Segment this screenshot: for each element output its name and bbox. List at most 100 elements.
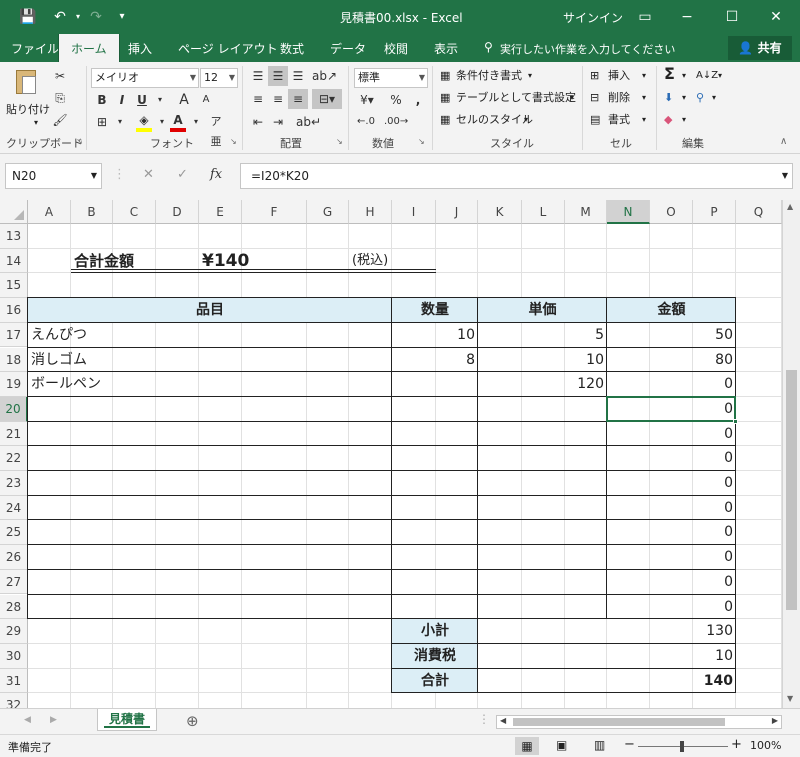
- chevron-down-icon[interactable]: ▾: [642, 112, 646, 128]
- clear-icon[interactable]: ◆: [664, 112, 672, 128]
- row-header[interactable]: 23: [0, 471, 28, 496]
- font-size-select[interactable]: 12 ▼: [200, 68, 238, 88]
- chevron-down-icon[interactable]: ▾: [712, 90, 716, 106]
- worksheet-grid[interactable]: ABCDEFGHIJKLMNOPQ 13 14 15 16 17 18 19 20 21 22 23…: [0, 200, 782, 708]
- column-header[interactable]: O: [650, 200, 693, 224]
- scroll-left-icon[interactable]: ◀: [500, 716, 506, 725]
- row-header[interactable]: 15: [0, 273, 28, 299]
- underline-button[interactable]: U: [132, 90, 152, 110]
- cell-styles-button[interactable]: セルのスタイル: [456, 112, 533, 128]
- item-amount[interactable]: 0: [607, 545, 736, 570]
- row-header[interactable]: 28: [0, 594, 28, 620]
- item-qty[interactable]: [392, 422, 478, 447]
- tell-me-icon[interactable]: ⚲: [484, 40, 493, 54]
- ribbon-display-button[interactable]: ▭: [625, 0, 665, 34]
- prev-sheet-icon[interactable]: ◀: [24, 715, 31, 725]
- tab-page-layout[interactable]: ページ レイアウト: [178, 40, 278, 57]
- item-qty[interactable]: [392, 372, 478, 397]
- tab-home[interactable]: ホーム: [58, 34, 120, 62]
- column-header[interactable]: C: [113, 200, 156, 224]
- format-painter-icon[interactable]: 🖌: [50, 110, 70, 130]
- item-name[interactable]: [28, 496, 392, 521]
- chevron-down-icon[interactable]: ▾: [524, 112, 528, 128]
- row-header[interactable]: 25: [0, 520, 28, 546]
- summary-value[interactable]: 140: [478, 669, 736, 694]
- tab-view[interactable]: 表示: [434, 40, 458, 57]
- tab-insert[interactable]: 挿入: [128, 40, 152, 57]
- item-unit-price[interactable]: [478, 545, 607, 570]
- item-amount[interactable]: 0: [607, 471, 736, 496]
- underline-dropdown-icon[interactable]: ▾: [150, 90, 170, 110]
- tab-data[interactable]: データ: [330, 40, 366, 57]
- summary-label[interactable]: 小計: [392, 619, 478, 644]
- item-unit-price[interactable]: 10: [478, 348, 607, 373]
- cell-styles-icon[interactable]: ▦: [440, 112, 450, 128]
- item-amount[interactable]: 0: [607, 422, 736, 447]
- undo-icon[interactable]: ↶: [50, 7, 70, 27]
- item-amount[interactable]: 80: [607, 348, 736, 373]
- row-header[interactable]: 32: [0, 693, 28, 708]
- column-header[interactable]: I: [392, 200, 436, 224]
- fill-color-icon[interactable]: ◈: [134, 110, 154, 130]
- item-name[interactable]: えんぴつ: [28, 323, 392, 348]
- align-top-icon[interactable]: ☰: [248, 66, 268, 86]
- align-left-icon[interactable]: ≡: [248, 89, 268, 109]
- row-header[interactable]: 30: [0, 643, 28, 669]
- share-button[interactable]: 👤 共有: [728, 36, 792, 60]
- zoom-in-button[interactable]: +: [731, 737, 742, 752]
- tab-review[interactable]: 校閲: [384, 40, 408, 57]
- minimize-button[interactable]: −: [665, 0, 709, 34]
- insert-cells-button[interactable]: 挿入: [608, 68, 630, 84]
- align-middle-icon[interactable]: ☰: [268, 66, 288, 86]
- item-qty[interactable]: [392, 496, 478, 521]
- save-icon[interactable]: 💾: [18, 7, 38, 27]
- increase-indent-icon[interactable]: ⇥: [268, 112, 288, 132]
- item-qty[interactable]: [392, 570, 478, 595]
- column-header[interactable]: M: [565, 200, 607, 224]
- row-header[interactable]: 14: [0, 248, 28, 274]
- item-amount[interactable]: 0: [607, 570, 736, 595]
- copy-icon[interactable]: ⎘: [50, 88, 70, 108]
- insert-cells-icon[interactable]: ⊞: [590, 68, 599, 84]
- item-name[interactable]: 消しゴム: [28, 348, 392, 373]
- customize-qat-icon[interactable]: ▾: [112, 7, 132, 27]
- formula-input[interactable]: =I20*K20 ▼: [240, 163, 793, 189]
- row-header[interactable]: 29: [0, 619, 28, 644]
- scroll-up-icon[interactable]: ▲: [787, 202, 793, 211]
- comma-button[interactable]: ,: [408, 90, 428, 110]
- font-color-dropdown-icon[interactable]: ▾: [186, 112, 206, 132]
- format-cells-button[interactable]: 書式: [608, 112, 630, 128]
- signin-link[interactable]: サインイン: [563, 9, 623, 26]
- item-qty[interactable]: [392, 446, 478, 471]
- item-qty[interactable]: [392, 397, 478, 422]
- chevron-down-icon[interactable]: ▾: [570, 90, 574, 106]
- column-header[interactable]: J: [436, 200, 478, 224]
- decrease-indent-icon[interactable]: ⇤: [248, 112, 268, 132]
- add-sheet-icon[interactable]: ⊕: [186, 712, 199, 730]
- align-right-icon[interactable]: ≡: [288, 89, 308, 109]
- column-header[interactable]: P: [693, 200, 736, 224]
- item-qty[interactable]: 8: [392, 348, 478, 373]
- number-launcher-icon[interactable]: ↘: [418, 137, 425, 146]
- item-unit-price[interactable]: 5: [478, 323, 607, 348]
- tab-split-icon[interactable]: ⋮: [478, 712, 490, 726]
- next-sheet-icon[interactable]: ▶: [50, 715, 57, 725]
- zoom-out-button[interactable]: −: [624, 737, 635, 752]
- row-header[interactable]: 13: [0, 224, 28, 249]
- row-header[interactable]: 20: [0, 396, 28, 422]
- merge-center-icon[interactable]: ⊟▾: [312, 89, 342, 109]
- column-header[interactable]: D: [156, 200, 199, 224]
- autosum-button[interactable]: Σ: [664, 66, 675, 82]
- item-amount[interactable]: 0: [607, 446, 736, 471]
- format-as-table-button[interactable]: テーブルとして書式設定: [456, 90, 576, 106]
- scroll-thumb[interactable]: [786, 370, 797, 610]
- h-scroll-thumb[interactable]: [513, 718, 725, 726]
- paste-label[interactable]: 貼り付け: [6, 102, 50, 118]
- cut-icon[interactable]: ✂: [50, 66, 70, 86]
- tell-me-input[interactable]: 実行したい作業を入力してください: [500, 41, 675, 57]
- item-name[interactable]: [28, 422, 392, 447]
- item-amount[interactable]: 0: [607, 496, 736, 521]
- row-header[interactable]: 17: [0, 322, 28, 348]
- column-header[interactable]: K: [478, 200, 522, 224]
- undo-dropdown-icon[interactable]: ▾: [68, 7, 88, 27]
